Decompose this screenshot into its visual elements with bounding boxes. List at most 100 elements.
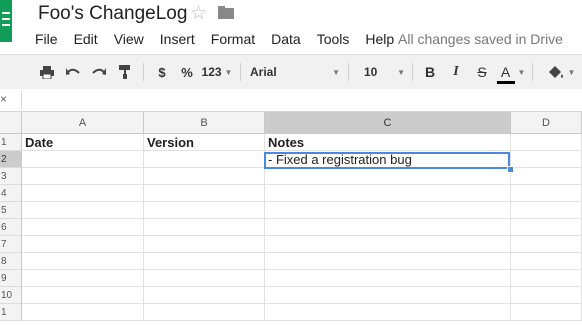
print-icon — [40, 65, 54, 79]
cell-a2[interactable] — [22, 151, 144, 168]
row-header[interactable]: 9 — [0, 270, 22, 287]
text-color-button[interactable]: A ▼ — [496, 55, 526, 89]
cell-a6[interactable] — [22, 219, 144, 236]
column-header-a[interactable]: A — [22, 112, 144, 134]
formula-bar[interactable]: × — [0, 89, 582, 112]
save-status[interactable]: All changes saved in Drive — [398, 30, 563, 48]
column-header-b[interactable]: B — [144, 112, 265, 134]
font-size-dropdown[interactable]: 10 ▼ — [360, 55, 405, 89]
cell-b6[interactable] — [144, 219, 265, 236]
folder-icon[interactable] — [218, 6, 234, 19]
cell-a10[interactable] — [22, 287, 144, 304]
star-icon[interactable]: ☆ — [190, 2, 207, 25]
column-header-c[interactable]: C — [265, 112, 511, 134]
menu-format[interactable]: Format — [203, 30, 263, 48]
sheets-logo-icon[interactable] — [0, 0, 12, 42]
text-color-label: A — [500, 64, 511, 80]
cell-c6[interactable] — [265, 219, 511, 236]
cell-b9[interactable] — [144, 270, 265, 287]
row-header[interactable]: 3 — [0, 168, 22, 185]
cell-b10[interactable] — [144, 287, 265, 304]
menu-help[interactable]: Help — [357, 30, 402, 48]
cell-c2[interactable]: - Fixed a registration bug — [265, 151, 511, 168]
italic-button[interactable]: I — [446, 55, 466, 89]
cell-d9[interactable] — [511, 270, 582, 287]
row-header[interactable]: 2 — [0, 151, 22, 168]
cell-d2[interactable] — [511, 151, 582, 168]
menu-file[interactable]: File — [27, 30, 66, 48]
strikethrough-button[interactable]: S — [472, 55, 492, 89]
cell-b3[interactable] — [144, 168, 265, 185]
cell-b4[interactable] — [144, 185, 265, 202]
menu-edit[interactable]: Edit — [66, 30, 106, 48]
cell-c1[interactable]: Notes — [265, 134, 511, 151]
cell-d1[interactable] — [511, 134, 582, 151]
cell-d10[interactable] — [511, 287, 582, 304]
select-all-corner[interactable] — [0, 112, 22, 134]
more-formats-dropdown[interactable]: 123 ▼ — [200, 55, 234, 89]
redo-button[interactable] — [88, 55, 110, 89]
cell-a9[interactable] — [22, 270, 144, 287]
fill-color-button[interactable]: ▼ — [542, 55, 580, 89]
cell-b1[interactable]: Version — [144, 134, 265, 151]
cell-b11[interactable] — [144, 304, 265, 321]
cell-b7[interactable] — [144, 236, 265, 253]
cell-d5[interactable] — [511, 202, 582, 219]
cell-c11[interactable] — [265, 304, 511, 321]
cell-a7[interactable] — [22, 236, 144, 253]
row-header[interactable]: 4 — [0, 185, 22, 202]
document-title[interactable]: Foo's ChangeLog — [38, 3, 187, 25]
more-formats-label: 123 — [201, 65, 222, 79]
cell-c3[interactable] — [265, 168, 511, 185]
close-icon[interactable]: × — [0, 92, 7, 106]
undo-button[interactable] — [62, 55, 84, 89]
cell-c4[interactable] — [265, 185, 511, 202]
cell-c5[interactable] — [265, 202, 511, 219]
cell-a1[interactable]: Date — [22, 134, 144, 151]
cell-c7[interactable] — [265, 236, 511, 253]
row-header[interactable]: 1 — [0, 304, 22, 321]
bold-button[interactable]: B — [420, 55, 440, 89]
cell-b8[interactable] — [144, 253, 265, 270]
cell-b2[interactable] — [144, 151, 265, 168]
column-header-d[interactable]: D — [511, 112, 582, 134]
row-header[interactable]: 1 — [0, 134, 22, 151]
app-header: Foo's ChangeLog ☆ File Edit View Insert … — [0, 0, 582, 54]
paint-format-button[interactable] — [114, 55, 136, 89]
fill-handle[interactable] — [507, 166, 514, 173]
cell-d11[interactable] — [511, 304, 582, 321]
cell-a4[interactable] — [22, 185, 144, 202]
menu-insert[interactable]: Insert — [152, 30, 203, 48]
redo-icon — [92, 68, 106, 75]
menu-data[interactable]: Data — [263, 30, 309, 48]
font-family-label: Arial — [250, 65, 277, 79]
cell-b5[interactable] — [144, 202, 265, 219]
menu-tools[interactable]: Tools — [309, 30, 358, 48]
row-header[interactable]: 7 — [0, 236, 22, 253]
cell-d4[interactable] — [511, 185, 582, 202]
cell-d7[interactable] — [511, 236, 582, 253]
menu-view[interactable]: View — [106, 30, 152, 48]
paint-roller-icon — [119, 65, 130, 79]
cell-d8[interactable] — [511, 253, 582, 270]
chevron-down-icon: ▼ — [397, 67, 405, 77]
row-header[interactable]: 5 — [0, 202, 22, 219]
cell-d6[interactable] — [511, 219, 582, 236]
cell-a11[interactable] — [22, 304, 144, 321]
cell-a8[interactable] — [22, 253, 144, 270]
menu-bar: File Edit View Insert Format Data Tools … — [27, 30, 402, 48]
row-header[interactable]: 8 — [0, 253, 22, 270]
cell-c9[interactable] — [265, 270, 511, 287]
cell-c10[interactable] — [265, 287, 511, 304]
chevron-down-icon: ▼ — [567, 67, 576, 77]
print-button[interactable] — [36, 55, 58, 89]
row-header[interactable]: 10 — [0, 287, 22, 304]
cell-a3[interactable] — [22, 168, 144, 185]
cell-a5[interactable] — [22, 202, 144, 219]
cell-c8[interactable] — [265, 253, 511, 270]
font-family-dropdown[interactable]: Arial ▼ — [250, 55, 340, 89]
currency-format-button[interactable]: $ — [153, 55, 171, 89]
cell-d3[interactable] — [511, 168, 582, 185]
row-header[interactable]: 6 — [0, 219, 22, 236]
percent-format-button[interactable]: % — [178, 55, 196, 89]
